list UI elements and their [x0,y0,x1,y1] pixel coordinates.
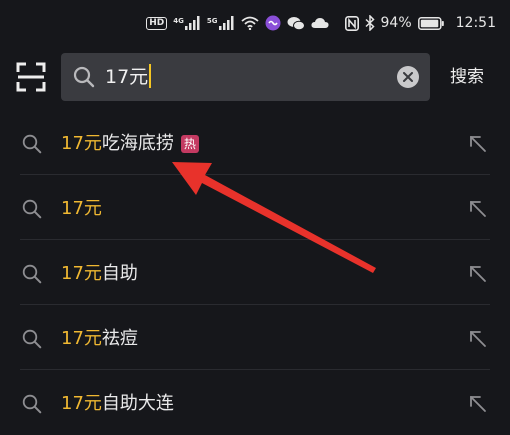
suggestion-text: 17元祛痘 [61,327,138,351]
status-bar: HD 4G 5G 94% 12:51 [0,0,510,44]
suggestion-highlight: 17元 [61,393,102,414]
fill-query-arrow-icon[interactable] [468,264,488,284]
battery-icon [417,16,444,30]
fill-query-arrow-icon[interactable] [468,199,488,219]
suggestion-rest: 自助 [101,263,138,284]
hd-icon: HD [146,16,168,30]
search-icon [22,199,42,223]
search-screen: HD 4G 5G 94% 12:51 17元 搜索 17元吃海底捞 热 17元 … [0,0,510,435]
network-type-label: 4G [173,17,184,25]
search-input[interactable]: 17元 [61,53,430,101]
search-icon [22,394,42,418]
suggestion-text: 17元自助大连 [61,392,174,416]
clear-icon[interactable] [397,66,419,88]
bluetooth-icon [365,15,375,31]
scan-icon[interactable] [16,62,48,94]
suggestion-item[interactable]: 17元 [0,175,510,240]
battery-percentage: 94% [380,15,412,31]
fill-query-arrow-icon[interactable] [468,329,488,349]
search-icon [22,134,42,158]
suggestion-highlight: 17元 [61,263,102,284]
search-icon [22,329,42,353]
nfc-icon [344,15,359,31]
text-caret [149,64,152,88]
suggestion-item[interactable]: 17元自助 [0,240,510,305]
suggestion-rest: 祛痘 [101,328,138,349]
fill-query-arrow-icon[interactable] [468,394,488,414]
search-header: 17元 搜索 [0,44,510,110]
suggestion-text: 17元吃海底捞热 [61,132,199,156]
search-icon [73,66,95,92]
status-icons: HD 4G 5G 94% 12:51 [146,12,496,34]
wifi-icon [240,16,259,30]
app-icon [265,15,281,31]
clock: 12:51 [455,15,496,31]
hot-badge: 热 [180,135,199,153]
wechat-icon [287,16,305,31]
suggestion-item[interactable]: 17元祛痘 [0,305,510,370]
suggestion-highlight: 17元 [61,198,102,219]
suggestion-text: 17元自助 [61,262,138,286]
search-button[interactable]: 搜索 [450,64,484,90]
suggestion-rest: 自助大连 [101,393,174,414]
fill-query-arrow-icon[interactable] [468,134,488,154]
search-query-text: 17元 [105,66,149,88]
signal-icon: 5G [207,16,235,30]
suggestion-highlight: 17元 [61,133,102,154]
search-input-value[interactable]: 17元 [105,63,152,91]
cloud-icon [310,17,329,29]
suggestion-list: 17元吃海底捞热 17元 17元自助 17元祛痘 17元自助大连 [0,110,510,435]
suggestion-highlight: 17元 [61,328,102,349]
suggestion-rest: 吃海底捞 [101,133,174,154]
signal-icon: 4G [173,16,201,30]
suggestion-item[interactable]: 17元吃海底捞热 [0,110,510,175]
suggestion-item[interactable]: 17元自助大连 [0,370,510,435]
network-type-label: 5G [206,17,218,25]
search-icon [22,264,42,288]
suggestion-text: 17元 [61,197,102,221]
